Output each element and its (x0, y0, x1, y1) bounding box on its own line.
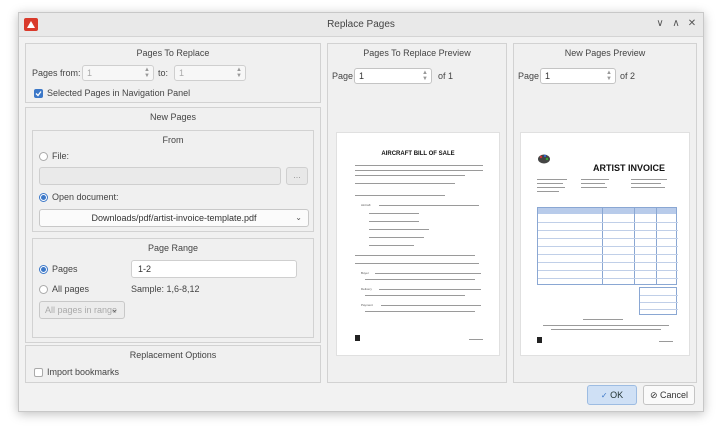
page-subset-value: All pages in range (45, 305, 118, 315)
invoice-totals-box (639, 287, 678, 315)
replace-preview-of-text: of 1 (438, 71, 454, 81)
bill-item-delivery: Delivery (361, 287, 372, 291)
pages-from-label: Pages from: (32, 68, 81, 78)
cancel-button[interactable]: ⊘ Cancel (643, 385, 695, 405)
browse-button[interactable]: ... (286, 167, 308, 185)
pages-from-value: 1 (87, 68, 93, 78)
minimize-icon[interactable]: ∨ (653, 17, 667, 31)
pages-to-value: 1 (179, 68, 185, 78)
all-pages-label: All pages (52, 284, 90, 294)
ok-label: OK (610, 390, 624, 400)
bill-of-sale-title: AIRCRAFT BILL OF SALE (381, 151, 455, 157)
pages-to-spinbox[interactable]: 1 ▲ ▼ (174, 65, 246, 81)
title-bar: Replace Pages ∨ ∧ ✕ (19, 13, 703, 37)
new-preview-page-label: Page (518, 71, 540, 81)
spin-arrows-icon[interactable]: ▲ ▼ (144, 67, 150, 79)
cancel-icon: ⊘ (649, 390, 658, 400)
spin-arrows-icon[interactable]: ▲ ▼ (606, 70, 612, 82)
new-pages-header: New Pages (149, 112, 197, 122)
pages-radio[interactable] (39, 265, 48, 274)
ok-button[interactable]: ✓ OK (587, 385, 637, 405)
doc-footer-logo-icon (537, 337, 542, 343)
chevron-down-icon: ⌄ (111, 305, 118, 314)
bill-item-payment: Payment (361, 303, 373, 307)
replacement-options-panel: Replacement Options Import bookmarks (25, 345, 321, 383)
replace-preview-page-value: 1 (359, 71, 365, 81)
replace-pages-dialog: Replace Pages ∨ ∧ ✕ Pages To Replace Pag… (18, 12, 704, 412)
replace-preview-page-spinbox[interactable]: 1 ▲ ▼ (354, 68, 432, 84)
from-panel: From File: ... Open document: Downloads/… (32, 130, 314, 232)
page-range-panel: Page Range Pages 1-2 All pages Sample: 1… (32, 238, 314, 338)
replacement-options-header: Replacement Options (129, 350, 217, 360)
close-icon[interactable]: ✕ (685, 17, 699, 31)
open-document-radio[interactable] (39, 193, 48, 202)
page-subset-select[interactable]: All pages in range ⌄ (39, 301, 125, 319)
artist-invoice-title: ARTIST INVOICE (593, 163, 666, 173)
new-preview-of-text: of 2 (620, 71, 636, 81)
pages-to-label: to: (158, 68, 169, 78)
invoice-table (537, 207, 678, 285)
file-label: File: (52, 151, 70, 161)
sample-text: Sample: 1,6-8,12 (131, 284, 200, 294)
bill-item-aircraft: Aircraft (361, 203, 371, 207)
open-document-label: Open document: (52, 192, 119, 202)
pages-to-replace-header: Pages To Replace (136, 48, 210, 58)
new-preview-page-value: 1 (545, 71, 551, 81)
all-pages-radio[interactable] (39, 285, 48, 294)
new-preview-header: New Pages Preview (564, 48, 646, 58)
import-bookmarks-checkbox[interactable] (34, 368, 43, 377)
new-preview-panel: New Pages Preview Page 1 ▲ ▼ of 2 ARTIST … (513, 43, 697, 383)
pages-to-replace-panel: Pages To Replace Pages from: 1 ▲ ▼ to: 1 … (25, 43, 321, 103)
from-header: From (162, 135, 184, 145)
selected-pages-checkbox[interactable] (34, 89, 43, 98)
replace-preview-header: Pages To Replace Preview (363, 48, 471, 58)
file-path-field[interactable] (39, 167, 281, 185)
open-document-select[interactable]: Downloads/pdf/artist-invoice-template.pd… (39, 209, 309, 227)
doc-footer-logo-icon (355, 335, 360, 341)
pages-range-input[interactable]: 1-2 (131, 260, 297, 278)
pages-from-spinbox[interactable]: 1 ▲ ▼ (82, 65, 154, 81)
replace-preview-page-label: Page (332, 71, 354, 81)
spin-arrows-icon[interactable]: ▲ ▼ (422, 70, 428, 82)
page-range-header: Page Range (147, 243, 199, 253)
import-bookmarks-label: Import bookmarks (47, 367, 120, 377)
new-preview-page-spinbox[interactable]: 1 ▲ ▼ (540, 68, 616, 84)
file-radio[interactable] (39, 152, 48, 161)
check-icon: ✓ (600, 391, 608, 400)
replace-preview-panel: Pages To Replace Preview Page 1 ▲ ▼ of 1 … (327, 43, 507, 383)
replace-page-thumbnail: AIRCRAFT BILL OF SALE Aircraft Buyer Del… (336, 132, 500, 356)
chevron-down-icon: ⌄ (295, 213, 302, 222)
maximize-icon[interactable]: ∧ (669, 17, 683, 31)
cancel-label: Cancel (660, 390, 689, 400)
selected-pages-label: Selected Pages in Navigation Panel (47, 88, 191, 98)
new-pages-panel: New Pages From File: ... Open document: … (25, 107, 321, 343)
open-document-value: Downloads/pdf/artist-invoice-template.pd… (91, 213, 257, 223)
spin-arrows-icon[interactable]: ▲ ▼ (236, 67, 242, 79)
bill-item-buyer: Buyer (361, 271, 369, 275)
pages-label: Pages (52, 264, 78, 274)
new-page-thumbnail: ARTIST INVOICE (520, 132, 690, 356)
artist-palette-icon (537, 153, 551, 164)
window-title: Replace Pages (327, 19, 395, 30)
